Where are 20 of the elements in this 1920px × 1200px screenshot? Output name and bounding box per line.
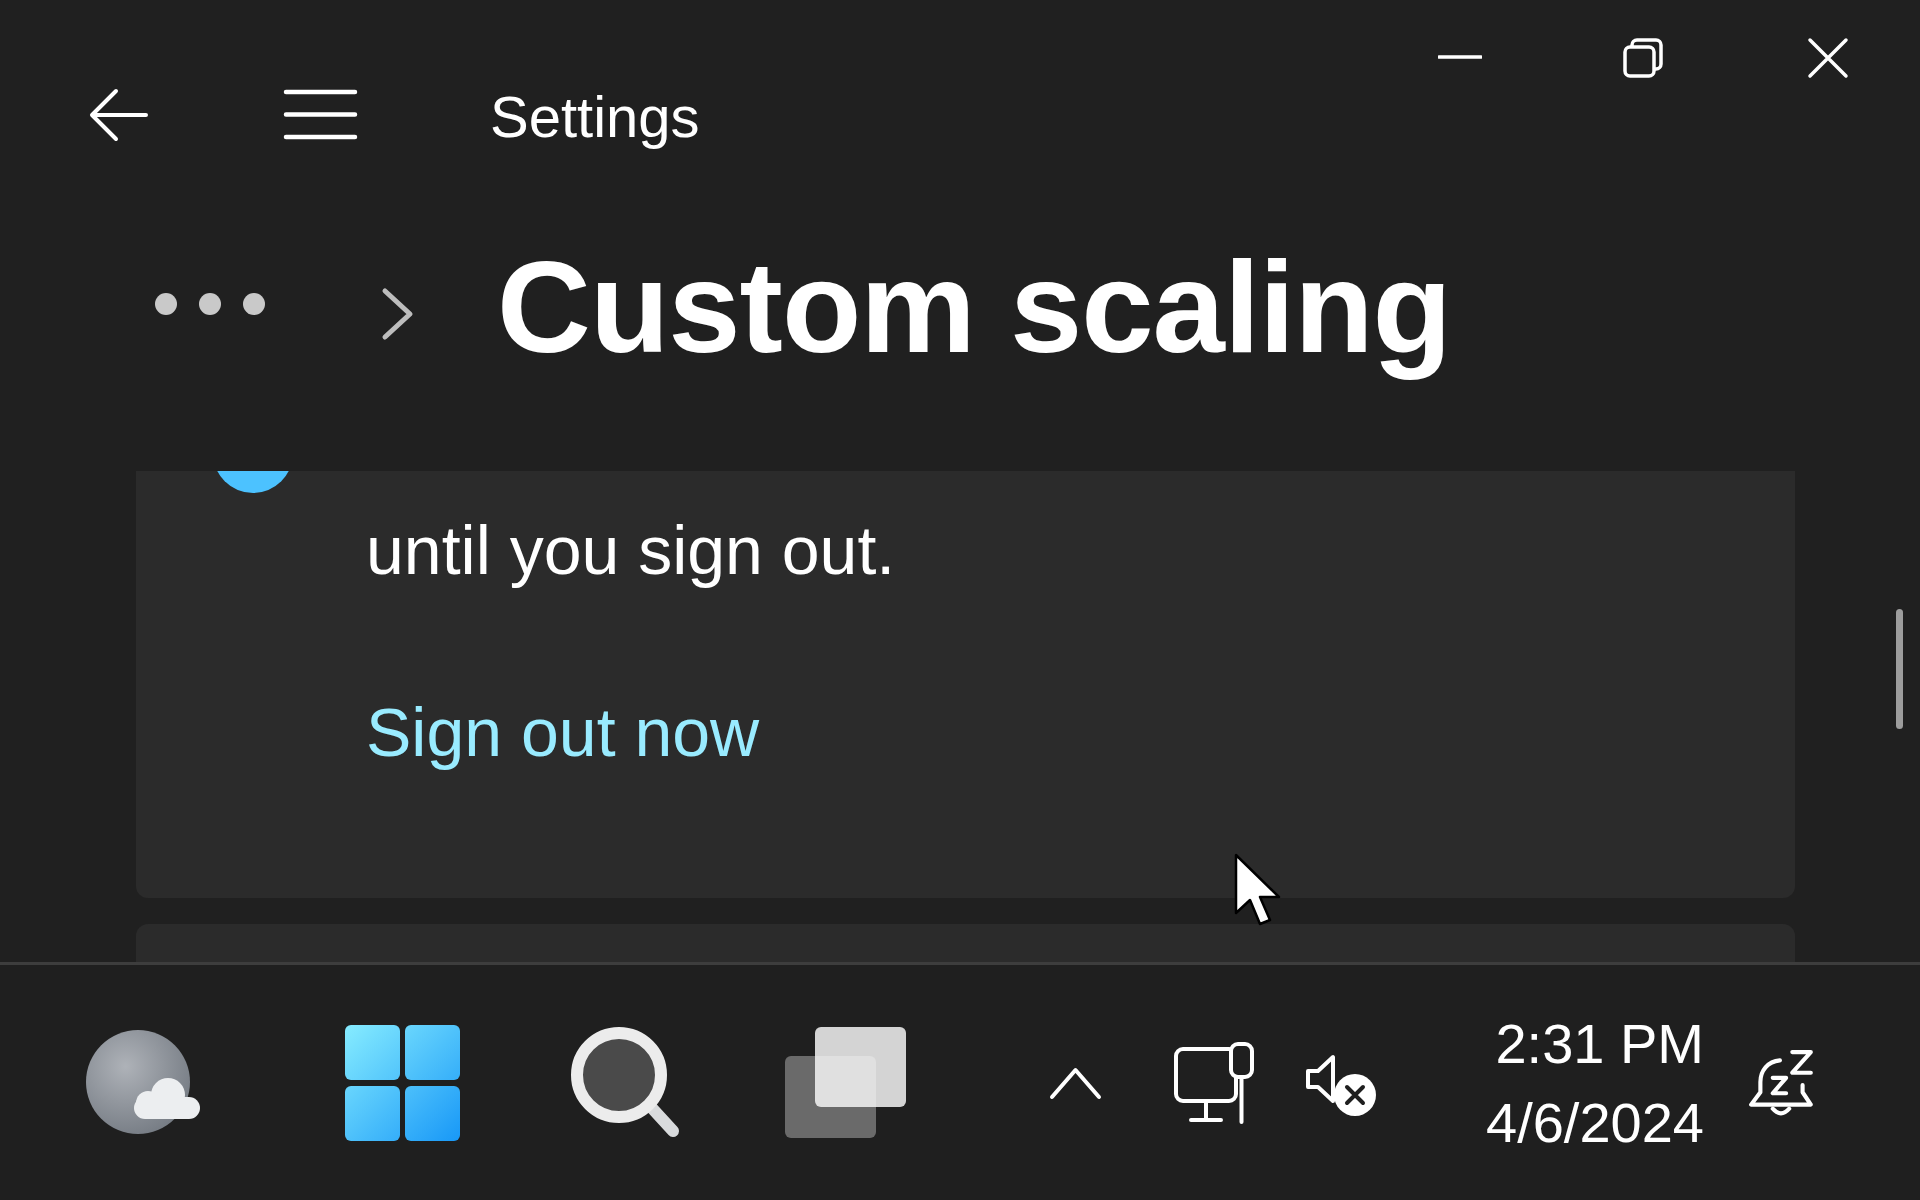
search-icon[interactable] xyxy=(571,1026,681,1139)
scrollbar-thumb[interactable] xyxy=(1896,609,1903,729)
windows-start-icon[interactable] xyxy=(345,1024,460,1141)
window-title: Settings xyxy=(490,83,700,151)
clock-time[interactable]: 2:31 PM xyxy=(1495,1003,1704,1083)
clock-date[interactable]: 4/6/2024 xyxy=(1486,1082,1704,1162)
pointer-cursor-icon xyxy=(1234,853,1282,927)
chevron-up-icon[interactable] xyxy=(1049,1065,1102,1100)
wired-monitor-icon[interactable] xyxy=(1173,1041,1255,1124)
sign-out-link[interactable]: Sign out now xyxy=(366,686,760,779)
chevron-right-icon xyxy=(381,287,415,341)
back-arrow-icon[interactable] xyxy=(89,88,149,142)
menu-icon[interactable] xyxy=(283,89,358,140)
moon-cloud-icon[interactable] xyxy=(86,1029,200,1136)
restore-icon[interactable] xyxy=(1623,38,1663,78)
ellipsis-icon[interactable] xyxy=(155,293,265,315)
close-icon[interactable] xyxy=(1807,37,1849,79)
task-view-icon[interactable] xyxy=(785,1027,906,1138)
page-title: Custom scaling xyxy=(497,233,1451,382)
notice-text: until you sign out. xyxy=(366,511,896,590)
